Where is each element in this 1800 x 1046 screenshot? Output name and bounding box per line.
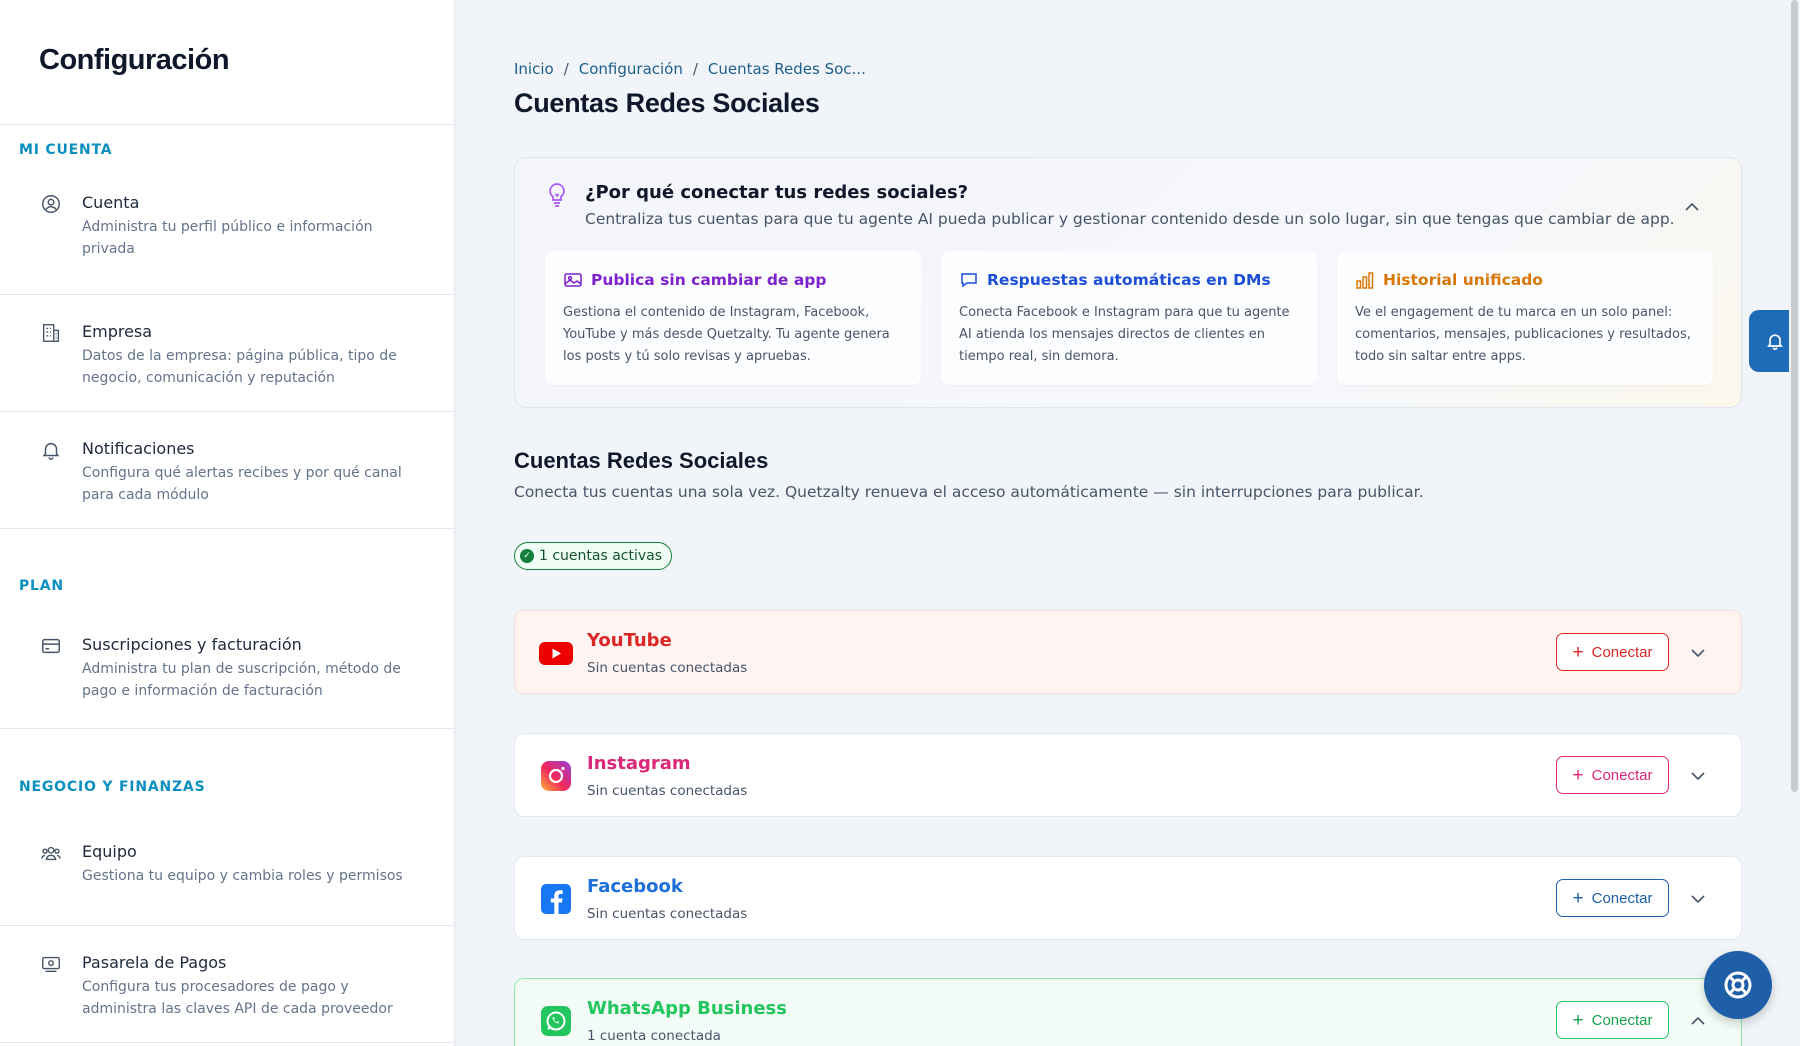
check-circle-icon: ✓ [520, 549, 534, 563]
connect-whatsapp-button[interactable]: + Conectar [1556, 1001, 1669, 1039]
why-connect-card: ¿Por qué conectar tus redes sociales? Ce… [514, 157, 1742, 408]
feature-title: Historial unificado [1383, 271, 1543, 289]
feature-title: Respuestas automáticas en DMs [987, 271, 1271, 289]
connect-youtube-button[interactable]: + Conectar [1556, 633, 1669, 671]
connect-instagram-button[interactable]: + Conectar [1556, 756, 1669, 794]
breadcrumb-configuracion[interactable]: Configuración [579, 60, 683, 78]
connect-label: Conectar [1591, 889, 1653, 907]
sidebar-item-desc: Gestiona tu equipo y cambia roles y perm… [82, 868, 403, 884]
active-accounts-badge: ✓ 1 cuentas activas [514, 542, 673, 570]
payment-gateway-icon [40, 953, 62, 975]
facebook-logo-icon [539, 884, 573, 914]
connect-label: Conectar [1591, 766, 1653, 784]
page-scrollbar[interactable] [1789, 0, 1800, 1046]
chevron-down-icon[interactable] [1689, 644, 1707, 662]
chevron-down-icon[interactable] [1689, 767, 1707, 785]
account-status: Sin cuentas conectadas [587, 783, 748, 799]
account-card-instagram: Instagram Sin cuentas conectadas + Conec… [514, 733, 1742, 817]
sidebar-item-title: Suscripciones y facturación [82, 635, 302, 654]
sidebar-item-cuenta[interactable]: Cuenta Administra tu perfil público e in… [0, 179, 454, 295]
account-name: WhatsApp Business [587, 998, 787, 1019]
connect-label: Conectar [1591, 643, 1653, 661]
scrollbar-thumb[interactable] [1791, 0, 1798, 792]
chevron-down-icon[interactable] [1689, 890, 1707, 908]
sidebar-item-pasarela-pagos[interactable]: Pasarela de Pagos Configura tus procesad… [0, 926, 454, 1043]
sidebar-item-desc: Configura qué alertas recibes y por qué … [82, 465, 402, 503]
plus-icon: + [1572, 887, 1584, 909]
connect-label: Conectar [1591, 1011, 1653, 1029]
plus-icon: + [1572, 641, 1584, 663]
accounts-section-subtitle: Conecta tus cuentas una sola vez. Quetza… [514, 483, 1424, 501]
sidebar-item-empresa[interactable]: Empresa Datos de la empresa: página públ… [0, 295, 454, 412]
feature-desc: Conecta Facebook e Instagram para que tu… [959, 305, 1290, 364]
chevron-up-icon[interactable] [1683, 198, 1701, 216]
breadcrumb-separator: / [692, 60, 698, 78]
accounts-section-title: Cuentas Redes Sociales [514, 448, 769, 473]
plus-icon: + [1572, 764, 1584, 786]
sidebar-title: Configuración [39, 44, 230, 76]
instagram-logo-icon [539, 761, 573, 791]
bar-chart-icon [1356, 272, 1374, 289]
breadcrumb: Inicio / Configuración / Cuentas Redes S… [514, 60, 866, 78]
user-circle-icon [40, 193, 62, 215]
feature-publica: Publica sin cambiar de app Gestiona el c… [545, 251, 921, 385]
why-subtitle: Centraliza tus cuentas para que tu agent… [585, 210, 1675, 228]
section-negocio-finanzas: NEGOCIO Y FINANZAS [19, 779, 206, 795]
youtube-logo-icon [539, 638, 573, 668]
account-card-youtube: YouTube Sin cuentas conectadas + Conecta… [514, 610, 1742, 694]
feature-desc: Gestiona el contenido de Instagram, Face… [563, 305, 890, 364]
feature-respuestas: Respuestas automáticas en DMs Conecta Fa… [941, 251, 1317, 385]
sidebar-item-notificaciones[interactable]: Notificaciones Configura qué alertas rec… [0, 412, 454, 529]
section-mi-cuenta: MI CUENTA [19, 142, 113, 158]
feature-historial: Historial unificado Ve el engagement de … [1337, 251, 1713, 385]
sidebar-item-desc: Datos de la empresa: página pública, tip… [82, 348, 397, 386]
whatsapp-logo-icon [539, 1006, 573, 1036]
help-support-button[interactable] [1704, 951, 1772, 1019]
sidebar-item-title: Equipo [82, 842, 137, 861]
why-title: ¿Por qué conectar tus redes sociales? [585, 182, 969, 203]
sidebar-item-desc: Administra tu perfil público e informaci… [82, 219, 373, 257]
plus-icon: + [1572, 1009, 1584, 1031]
account-name: Facebook [587, 876, 683, 897]
building-icon [40, 322, 62, 344]
chevron-up-icon[interactable] [1689, 1012, 1707, 1030]
sidebar-item-title: Pasarela de Pagos [82, 953, 227, 972]
feature-title: Publica sin cambiar de app [591, 271, 827, 289]
image-icon [564, 273, 582, 287]
account-card-facebook: Facebook Sin cuentas conectadas + Conect… [514, 856, 1742, 940]
account-name: Instagram [587, 753, 691, 774]
sidebar-item-title: Empresa [82, 322, 153, 341]
page-title: Cuentas Redes Sociales [514, 88, 820, 118]
active-accounts-count: 1 cuentas activas [539, 548, 663, 564]
lightbulb-icon [545, 182, 569, 208]
connect-facebook-button[interactable]: + Conectar [1556, 879, 1669, 917]
sidebar-item-suscripciones[interactable]: Suscripciones y facturación Administra t… [0, 626, 454, 729]
settings-sidebar: Configuración MI CUENTA Cuenta Administr… [0, 0, 455, 1046]
users-icon [40, 842, 62, 864]
credit-card-icon [40, 635, 62, 657]
account-status: 1 cuenta conectada [587, 1028, 721, 1044]
sidebar-item-title: Cuenta [82, 193, 140, 212]
lifebuoy-icon [1724, 971, 1752, 999]
account-name: YouTube [587, 630, 672, 651]
sidebar-item-equipo[interactable]: Equipo Gestiona tu equipo y cambia roles… [0, 829, 454, 926]
breadcrumb-current: Cuentas Redes Soc... [707, 60, 866, 78]
account-status: Sin cuentas conectadas [587, 906, 748, 922]
sidebar-item-desc: Configura tus procesadores de pago y adm… [82, 979, 393, 1017]
feature-desc: Ve el engagement de tu marca en un solo … [1355, 305, 1691, 364]
sidebar-header: Configuración [0, 0, 454, 125]
account-card-whatsapp: WhatsApp Business 1 cuenta conectada + C… [514, 978, 1742, 1046]
bell-icon [1766, 334, 1783, 351]
sidebar-item-title: Notificaciones [82, 439, 195, 458]
chat-bubble-icon [961, 273, 977, 288]
account-status: Sin cuentas conectadas [587, 660, 748, 676]
breadcrumb-separator: / [563, 60, 569, 78]
main-content: Inicio / Configuración / Cuentas Redes S… [456, 0, 1786, 1046]
bell-icon [40, 439, 62, 461]
sidebar-item-desc: Administra tu plan de suscripción, métod… [82, 661, 401, 699]
section-plan: PLAN [19, 578, 64, 594]
breadcrumb-inicio[interactable]: Inicio [514, 60, 554, 78]
